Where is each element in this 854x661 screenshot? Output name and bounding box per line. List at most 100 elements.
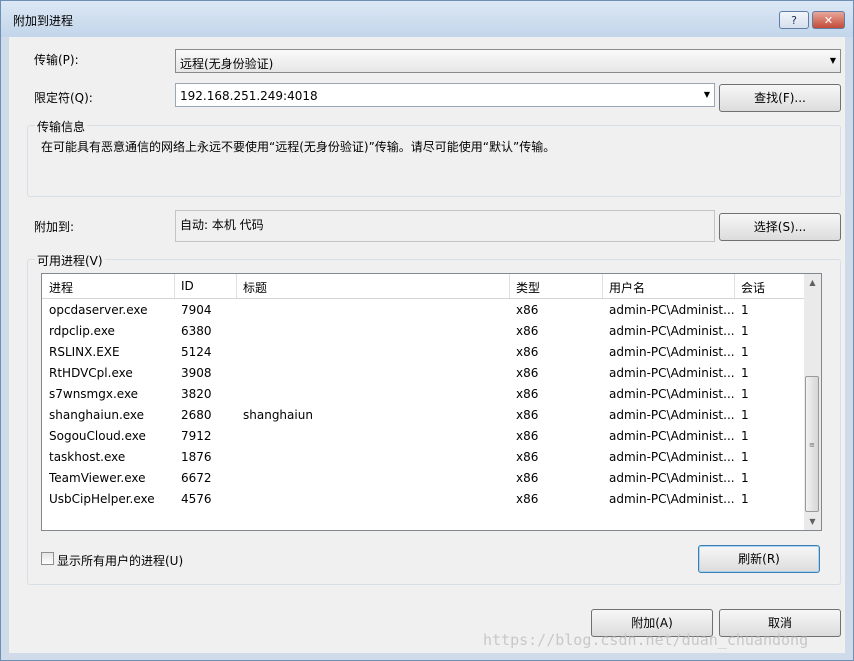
process-id-cell: 6672 — [181, 471, 212, 485]
table-row[interactable]: taskhost.exe 1876 x86 admin-PC\Administ... 1 — [42, 447, 804, 468]
column-header-title[interactable]: 标题 — [243, 279, 267, 296]
process-name-cell: s7wnsmgx.exe — [49, 387, 139, 401]
process-session-cell: 1 — [741, 366, 749, 380]
column-divider[interactable] — [174, 274, 175, 298]
transport-info-text: 在可能具有恶意通信的网络上永远不要使用“远程(无身份验证)”传输。请尽可能使用“… — [41, 140, 556, 154]
refresh-button[interactable]: 刷新(R) — [698, 545, 820, 573]
transport-dropdown[interactable]: 远程(无身份验证) ▼ — [175, 49, 841, 73]
dialog-title: 附加到进程 — [13, 14, 74, 28]
table-row[interactable]: RtHDVCpl.exe 3908 x86 admin-PC\Administ... 1 — [42, 363, 804, 384]
process-id-cell: 7904 — [181, 303, 212, 317]
grip-icon: ≡ — [809, 441, 815, 449]
transport-value: 远程(无身份验证) — [180, 57, 274, 71]
process-session-cell: 1 — [741, 471, 749, 485]
process-name-cell: rdpclip.exe — [49, 324, 115, 338]
process-type-cell: x86 — [516, 408, 539, 422]
process-id-cell: 2680 — [181, 408, 212, 422]
scroll-up-icon[interactable]: ▲ — [804, 274, 821, 291]
process-id-cell: 1876 — [181, 450, 212, 464]
process-username-cell: admin-PC\Administ... — [609, 387, 734, 401]
column-header-type[interactable]: 类型 — [516, 279, 540, 296]
process-type-cell: x86 — [516, 429, 539, 443]
column-header-process[interactable]: 进程 — [49, 279, 73, 296]
process-type-cell: x86 — [516, 387, 539, 401]
refresh-button-label: 刷新(R) — [738, 552, 780, 566]
table-row[interactable]: SogouCloud.exe 7912 x86 admin-PC\Administ..… — [42, 426, 804, 447]
column-divider[interactable] — [602, 274, 603, 298]
chevron-down-icon[interactable]: ▼ — [704, 90, 710, 99]
attach-to-process-dialog: 附加到进程 ? ✕ 传输(P): 远程(无身份验证) ▼ 限定符(Q): 192… — [0, 0, 854, 661]
process-list-header: 进程 ID 标题 类型 用户名 会话 — [42, 274, 804, 299]
select-button[interactable]: 选择(S)... — [719, 213, 841, 241]
table-row[interactable]: UsbCipHelper.exe 4576 x86 admin-PC\Administ… — [42, 489, 804, 510]
column-header-id[interactable]: ID — [181, 279, 194, 293]
process-type-cell: x86 — [516, 366, 539, 380]
table-row[interactable]: TeamViewer.exe 6672 x86 admin-PC\Administ..… — [42, 468, 804, 489]
select-button-label: 选择(S)... — [753, 220, 807, 234]
qualifier-value: 192.168.251.249:4018 — [180, 89, 318, 103]
process-type-cell: x86 — [516, 324, 539, 338]
table-row[interactable]: RSLINX.EXE 5124 x86 admin-PC\Administ... 1 — [42, 342, 804, 363]
find-button[interactable]: 查找(F)... — [719, 84, 841, 112]
process-type-cell: x86 — [516, 345, 539, 359]
process-session-cell: 1 — [741, 345, 749, 359]
process-session-cell: 1 — [741, 324, 749, 338]
scroll-down-icon[interactable]: ▼ — [804, 513, 821, 530]
process-name-cell: TeamViewer.exe — [49, 471, 146, 485]
title-bar[interactable]: 附加到进程 ? ✕ — [1, 1, 853, 37]
process-session-cell: 1 — [741, 303, 749, 317]
column-header-username[interactable]: 用户名 — [609, 279, 645, 296]
find-button-label: 查找(F)... — [754, 91, 806, 105]
process-id-cell: 4576 — [181, 492, 212, 506]
transport-label: 传输(P): — [34, 53, 79, 67]
process-username-cell: admin-PC\Administ... — [609, 324, 734, 338]
process-name-cell: SogouCloud.exe — [49, 429, 146, 443]
process-username-cell: admin-PC\Administ... — [609, 345, 734, 359]
process-id-cell: 3820 — [181, 387, 212, 401]
available-processes-title: 可用进程(V) — [35, 252, 105, 269]
table-row[interactable]: rdpclip.exe 6380 x86 admin-PC\Administ... 1 — [42, 321, 804, 342]
show-all-users-checkbox[interactable] — [41, 552, 54, 565]
process-id-cell: 7912 — [181, 429, 212, 443]
column-header-session[interactable]: 会话 — [741, 279, 765, 296]
process-session-cell: 1 — [741, 429, 749, 443]
process-name-cell: RSLINX.EXE — [49, 345, 120, 359]
show-all-users-label[interactable]: 显示所有用户的进程(U) — [57, 552, 183, 569]
process-name-cell: UsbCipHelper.exe — [49, 492, 155, 506]
process-username-cell: admin-PC\Administ... — [609, 408, 734, 422]
table-row[interactable]: opcdaserver.exe 7904 x86 admin-PC\Administ.… — [42, 300, 804, 321]
process-id-cell: 3908 — [181, 366, 212, 380]
column-divider[interactable] — [236, 274, 237, 298]
process-list[interactable]: 进程 ID 标题 类型 用户名 会话 opcdaserver.exe 7904 x8… — [41, 273, 822, 531]
transport-info-group — [27, 125, 841, 197]
process-username-cell: admin-PC\Administ... — [609, 492, 734, 506]
process-type-cell: x86 — [516, 492, 539, 506]
process-name-cell: RtHDVCpl.exe — [49, 366, 133, 380]
transport-info-title: 传输信息 — [35, 118, 88, 135]
column-divider[interactable] — [734, 274, 735, 298]
process-name-cell: opcdaserver.exe — [49, 303, 148, 317]
attach-to-value: 自动: 本机 代码 — [180, 218, 264, 232]
process-username-cell: admin-PC\Administ... — [609, 471, 734, 485]
process-name-cell: shanghaiun.exe — [49, 408, 145, 422]
process-username-cell: admin-PC\Administ... — [609, 429, 734, 443]
process-type-cell: x86 — [516, 471, 539, 485]
process-session-cell: 1 — [741, 408, 749, 422]
qualifier-combobox[interactable]: 192.168.251.249:4018 ▼ — [175, 83, 715, 107]
dialog-body: 传输(P): 远程(无身份验证) ▼ 限定符(Q): 192.168.251.2… — [9, 37, 845, 653]
watermark-text: https://blog.csdn.net/duan_chuandong — [483, 631, 809, 649]
process-name-cell: taskhost.exe — [49, 450, 126, 464]
chevron-down-icon: ▼ — [829, 56, 836, 65]
help-button[interactable]: ? — [779, 11, 809, 29]
process-id-cell: 6380 — [181, 324, 212, 338]
column-divider[interactable] — [509, 274, 510, 298]
process-username-cell: admin-PC\Administ... — [609, 450, 734, 464]
table-row[interactable]: shanghaiun.exe 2680 shanghaiun x86 admin-PC\… — [42, 405, 804, 426]
close-button[interactable]: ✕ — [812, 11, 845, 29]
process-id-cell: 5124 — [181, 345, 212, 359]
vertical-scrollbar[interactable]: ▲ ≡ ▼ — [804, 274, 821, 530]
scrollbar-thumb[interactable]: ≡ — [805, 376, 819, 512]
process-type-cell: x86 — [516, 450, 539, 464]
process-session-cell: 1 — [741, 450, 749, 464]
table-row[interactable]: s7wnsmgx.exe 3820 x86 admin-PC\Administ... 1 — [42, 384, 804, 405]
